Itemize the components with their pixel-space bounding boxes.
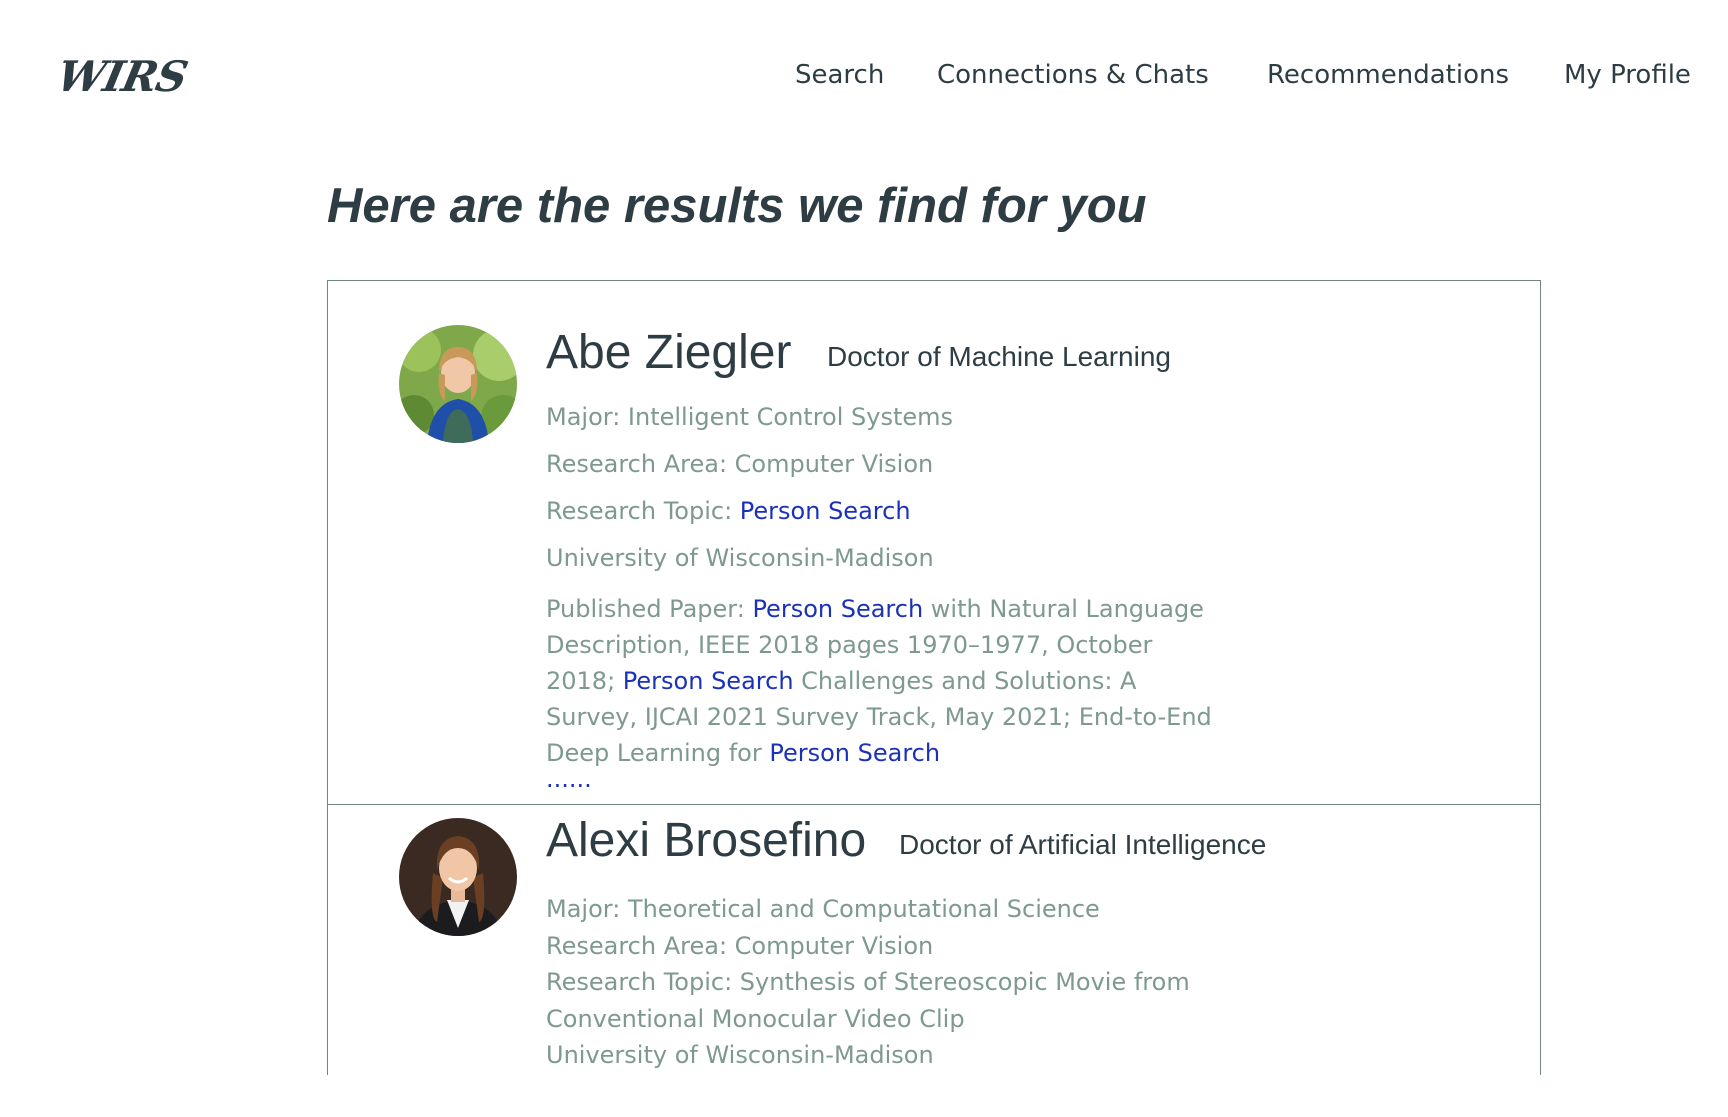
avatar[interactable]: [399, 818, 517, 936]
result-details: Major: Intelligent Control Systems Resea…: [546, 403, 1226, 801]
nav-connections-chats[interactable]: Connections & Chats: [937, 60, 1209, 90]
result-research-topic: Research Topic: Synthesis of Stereoscopi…: [546, 968, 1190, 1033]
result-name[interactable]: Alexi Brosefino: [546, 813, 866, 868]
result-divider: [328, 804, 1540, 805]
paper-highlight: Person Search: [622, 667, 794, 695]
result-research-area: Research Area: Computer Vision: [546, 450, 934, 478]
nav-my-profile[interactable]: My Profile: [1564, 60, 1691, 90]
result-details: Major: Theoretical and Computational Sci…: [546, 891, 1226, 1074]
paper-text-segment: Published Paper:: [546, 595, 753, 623]
result-university: University of Wisconsin-Madison: [546, 544, 934, 572]
result-research-area: Research Area: Computer Vision: [546, 931, 934, 960]
result-major: Major: Theoretical and Computational Sci…: [546, 895, 1100, 923]
top-nav: Search Connections & Chats Recommendatio…: [0, 60, 1728, 100]
result-university: University of Wisconsin-Madison: [546, 1041, 934, 1069]
avatar-photo-icon: [399, 818, 517, 936]
avatar-photo-icon: [399, 325, 517, 443]
result-name[interactable]: Abe Ziegler: [546, 325, 791, 380]
results-page: WIRS Search Connections & Chats Recommen…: [0, 0, 1728, 1117]
paper-highlight: Person Search: [769, 739, 941, 767]
result-research-topic: Research Topic: Person Search: [546, 497, 1226, 544]
result-degree: Doctor of Artificial Intelligence: [899, 829, 1267, 860]
result-major: Major: Intelligent Control Systems: [546, 403, 954, 431]
results-list[interactable]: Abe Ziegler Doctor of Machine Learning M…: [327, 280, 1541, 1075]
page-title: Here are the results we find for you: [327, 179, 1147, 233]
show-more-link[interactable]: ......: [546, 767, 592, 791]
paper-highlight: Person Search: [752, 595, 924, 623]
nav-search[interactable]: Search: [795, 60, 884, 90]
research-topic-label: Research Topic:: [546, 497, 740, 525]
nav-recommendations[interactable]: Recommendations: [1267, 60, 1509, 90]
avatar[interactable]: [399, 325, 517, 443]
research-topic-highlight: Person Search: [739, 497, 911, 525]
result-published-papers: Published Paper: Person Search with Natu…: [546, 591, 1226, 771]
result-degree: Doctor of Machine Learning: [827, 341, 1171, 372]
